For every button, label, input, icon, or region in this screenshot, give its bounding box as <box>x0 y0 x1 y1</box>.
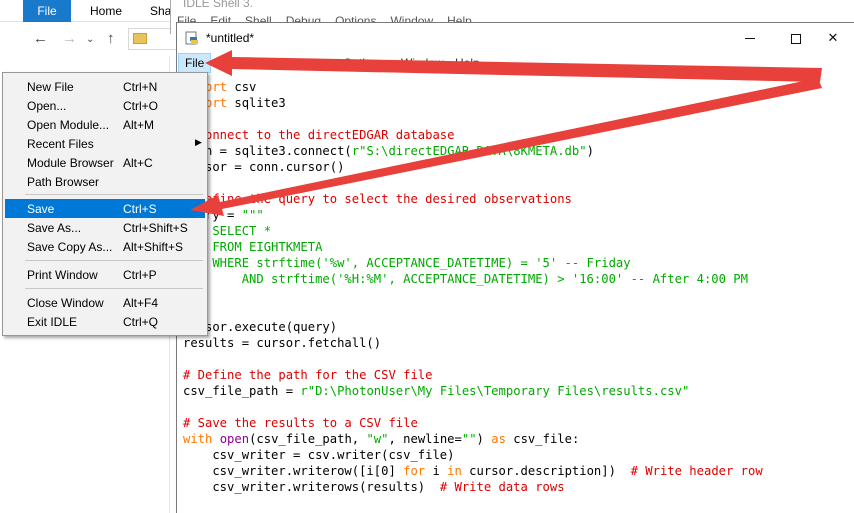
menu-item-recent-files[interactable]: Recent Files ▶ <box>5 134 205 153</box>
close-icon: ✕ <box>827 30 839 45</box>
menu-item-print-window[interactable]: Print Window Ctrl+P <box>5 265 205 284</box>
code-line: import csv <box>183 80 257 94</box>
forward-arrow-icon[interactable]: → <box>62 30 77 47</box>
menu-item-new-file[interactable]: New File Ctrl+N <box>5 77 205 96</box>
menu-item-save-as[interactable]: Save As... Ctrl+Shift+S <box>5 218 205 237</box>
code-line: FROM EIGHTKMETA <box>183 240 323 254</box>
folder-icon <box>133 33 147 44</box>
code-line: WHERE strftime('%w', ACCEPTANCE_DATETIME… <box>183 256 631 270</box>
code-line: query = """ <box>183 208 264 222</box>
menu-item-save-copy-as[interactable]: Save Copy As... Alt+Shift+S <box>5 237 205 256</box>
code-line: csv_writer.writerow([i[0] for i in curso… <box>183 464 763 478</box>
submenu-arrow-icon: ▶ <box>195 137 202 147</box>
menu-item-save[interactable]: Save Ctrl+S <box>5 199 205 218</box>
code-line: AND strftime('%H:%M', ACCEPTANCE_DATETIM… <box>183 272 748 286</box>
code-line: csv_writer.writerows(results) # Write da… <box>183 480 565 494</box>
minimize-button[interactable] <box>727 23 773 53</box>
menu-item-path-browser[interactable]: Path Browser <box>5 172 205 191</box>
code-line: csv_writer = csv.writer(csv_file) <box>183 448 455 462</box>
editor-menu-help[interactable]: Help <box>449 53 486 73</box>
menu-separator <box>25 194 203 195</box>
menu-separator <box>25 260 203 261</box>
editor-menu-window[interactable]: Window <box>395 53 450 73</box>
code-line: cursor = conn.cursor() <box>183 160 345 174</box>
code-line: # Define the query to select the desired… <box>183 192 572 206</box>
code-line: cursor.execute(query) <box>183 320 338 334</box>
editor-menu-options[interactable]: Options <box>337 53 390 73</box>
code-line: # Connect to the directEDGAR database <box>183 128 455 142</box>
idle-editor-window: *untitled* ✕ File Options Window Help im… <box>176 22 854 513</box>
python-file-icon <box>185 31 198 45</box>
menu-item-open-module[interactable]: Open Module... Alt+M <box>5 115 205 134</box>
shell-title: IDLE Shell 3. <box>183 0 254 10</box>
back-arrow-icon[interactable]: ← <box>33 30 48 47</box>
menu-item-module-browser[interactable]: Module Browser Alt+C <box>5 153 205 172</box>
editor-title: *untitled* <box>206 31 255 45</box>
editor-menu-file[interactable]: File <box>178 53 212 73</box>
code-editor-text[interactable]: import csv import sqlite3 # Connect to th… <box>183 79 853 513</box>
code-line: with open(csv_file_path, "w", newline=""… <box>183 432 580 446</box>
code-line: csv_file_path = r"D:\PhotonUser\My Files… <box>183 384 690 398</box>
menu-separator <box>25 288 203 289</box>
recent-dropdown-icon[interactable]: ⌄ <box>86 34 94 45</box>
code-line: conn = sqlite3.connect(r"S:\directEDGAR_… <box>183 144 594 158</box>
code-line: results = cursor.fetchall() <box>183 336 382 350</box>
code-line: # Save the results to a CSV file <box>183 416 418 430</box>
editor-titlebar[interactable]: *untitled* ✕ <box>177 23 854 53</box>
file-menu-dropdown: New File Ctrl+N Open... Ctrl+O Open Modu… <box>2 72 208 336</box>
code-line: """ <box>183 287 853 303</box>
code-line: # Define the path for the CSV file <box>183 368 433 382</box>
explorer-file-tab[interactable]: File <box>23 0 71 22</box>
maximize-icon <box>791 33 801 44</box>
code-line: SELECT * <box>183 224 272 238</box>
menu-item-open[interactable]: Open... Ctrl+O <box>5 96 205 115</box>
minimize-icon <box>745 38 755 40</box>
up-arrow-icon[interactable]: ↑ <box>107 30 115 47</box>
editor-menubar: File Options Window Help <box>177 53 854 73</box>
menu-item-close-window[interactable]: Close Window Alt+F4 <box>5 293 205 312</box>
menu-item-exit-idle[interactable]: Exit IDLE Ctrl+Q <box>5 312 205 331</box>
close-button[interactable]: ✕ <box>810 23 854 53</box>
code-line: import sqlite3 <box>183 96 286 110</box>
explorer-home-tab[interactable]: Home <box>80 0 132 22</box>
